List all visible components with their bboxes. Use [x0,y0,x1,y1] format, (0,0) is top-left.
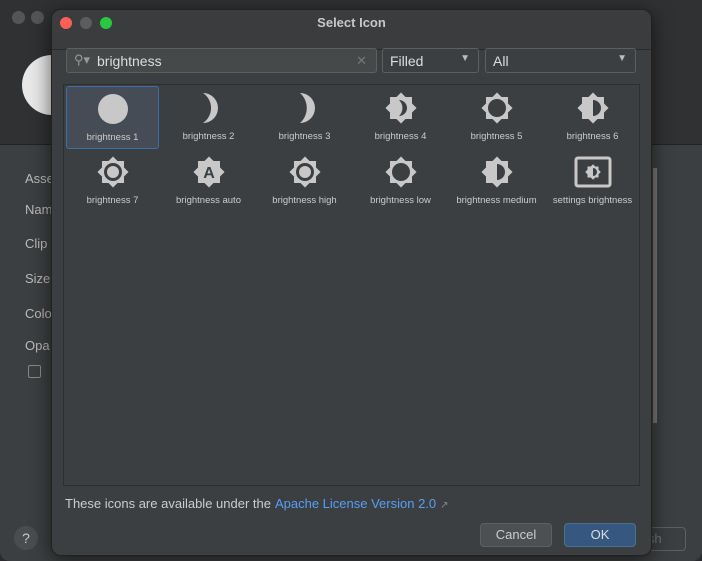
icon-label: brightness 4 [374,131,427,142]
zoom-button[interactable] [100,17,112,29]
clip-art-label: Clip [25,236,48,251]
sun-ring-icon [450,88,543,128]
help-button[interactable]: ? [14,526,38,550]
icon-label: settings brightness [552,195,633,206]
sun-moon-icon [354,88,447,128]
icon-cell-brightness-3[interactable]: brightness 3 [258,86,351,149]
svg-text:A: A [203,165,215,182]
asset-type-label: Asse [25,171,54,186]
sun-half-icon [450,152,543,192]
license-footer: These icons are available under the Apach… [65,496,449,511]
screen-sun-icon [546,152,639,192]
title-bar: Select Icon [52,10,651,50]
icon-label: brightness 7 [86,195,139,206]
chevron-down-icon: ▼ [617,53,627,64]
icon-grid: brightness 1 brightness 2 brightness 3 brig… [63,84,640,486]
name-label: Nam [25,202,53,217]
rtl-checkbox[interactable] [28,365,41,378]
icon-label: brightness 5 [470,131,523,142]
sun-dot-icon [66,152,159,192]
circle-icon [67,89,158,129]
icon-label: brightness high [272,195,337,206]
icon-cell-brightness-low[interactable]: brightness low [354,150,447,213]
search-input[interactable]: ⚲▾ brightness ✕ [66,48,377,73]
dialog-title: Select Icon [317,15,386,30]
chevron-down-icon: ▼ [460,53,470,64]
icon-label: brightness auto [176,195,241,206]
icon-cell-brightness-2[interactable]: brightness 2 [162,86,255,149]
style-dropdown[interactable]: Filled ▼ [382,48,479,73]
icon-cell-brightness-auto[interactable]: Abrightness auto [162,150,255,213]
icon-label: brightness 2 [182,131,235,142]
external-link-icon: ↗ [440,500,449,511]
icon-cell-brightness-5[interactable]: brightness 5 [450,86,543,149]
sun-half-icon [546,88,639,128]
color-label: Colo [25,306,52,321]
window-minimize-button[interactable] [31,11,44,24]
category-dropdown[interactable]: All ▼ [485,48,636,73]
icon-cell-brightness-medium[interactable]: brightness medium [450,150,543,213]
icon-label: brightness 1 [86,132,139,143]
license-link[interactable]: Apache License Version 2.0 [275,496,436,511]
minimize-button[interactable] [80,17,92,29]
sun-ring-icon [354,152,447,192]
search-icon: ⚲▾ [74,52,91,67]
icon-label: brightness medium [456,195,537,206]
ok-button[interactable]: OK [564,523,636,547]
window-close-button[interactable] [12,11,25,24]
sun-dot-icon [258,152,351,192]
icon-cell-brightness-7[interactable]: brightness 7 [66,150,159,213]
search-value: brightness [97,53,162,69]
size-label: Size [25,271,51,286]
category-value: All [493,53,509,69]
moon-thin-icon [258,88,351,128]
scrollbar[interactable] [653,168,657,423]
license-text: These icons are available under the [65,496,271,511]
icon-label: brightness 3 [278,131,331,142]
icon-cell-brightness-high[interactable]: brightness high [258,150,351,213]
sun-a-icon: A [162,152,255,192]
moon-thick-icon [162,88,255,128]
opacity-label: Opa [25,338,50,353]
clear-icon[interactable]: ✕ [356,53,367,69]
select-icon-dialog: Select Icon ⚲▾ brightness ✕ Filled ▼ All… [51,9,652,556]
icon-label: brightness low [370,195,431,206]
icon-cell-brightness-1[interactable]: brightness 1 [66,86,159,149]
icon-cell-brightness-6[interactable]: brightness 6 [546,86,639,149]
icon-cell-settings-brightness[interactable]: settings brightness [546,150,639,213]
style-value: Filled [390,53,424,69]
icon-label: brightness 6 [566,131,619,142]
icon-cell-brightness-4[interactable]: brightness 4 [354,86,447,149]
close-button[interactable] [60,17,72,29]
cancel-button[interactable]: Cancel [480,523,552,547]
